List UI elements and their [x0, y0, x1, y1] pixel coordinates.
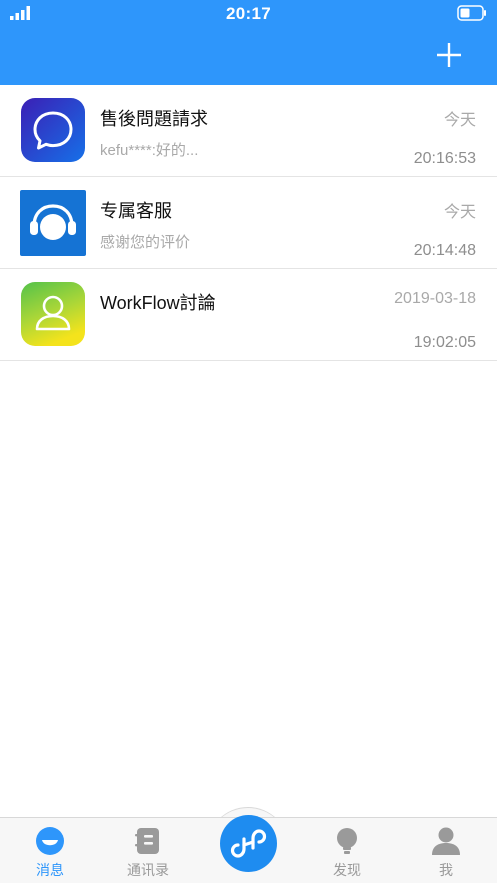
- conversation-preview: 感谢您的评价: [100, 234, 191, 251]
- user-icon: [21, 282, 85, 346]
- top-header: 20:17: [0, 0, 497, 85]
- message-icon: [36, 827, 64, 855]
- tab-contacts[interactable]: 通讯录: [108, 826, 188, 880]
- conversation-date: 2019-03-18: [394, 290, 476, 307]
- conversation-list: 售後問題請求 kefu****:好的... 今天 20:16:53 专属客服 感…: [0, 85, 497, 361]
- profile-icon: [432, 827, 460, 855]
- conversation-date: 今天: [443, 204, 476, 221]
- tab-label: 消息: [36, 862, 64, 878]
- tab-label: 发现: [333, 862, 361, 878]
- tab-label: 我: [439, 862, 453, 878]
- tab-discover[interactable]: 发现: [307, 826, 387, 880]
- conversation-time: 19:02:05: [413, 334, 476, 351]
- battery-icon: [457, 5, 486, 21]
- conversation-row[interactable]: 售後問題請求 kefu****:好的... 今天 20:16:53: [0, 85, 497, 177]
- chat-bubble-icon: [21, 98, 85, 162]
- contacts-icon: [135, 828, 159, 854]
- tab-label: 通讯录: [127, 862, 169, 878]
- conversation-title: 专属客服: [100, 201, 172, 221]
- tab-messages[interactable]: 消息: [10, 826, 90, 880]
- conversation-row[interactable]: WorkFlow討論 2019-03-18 19:02:05: [0, 269, 497, 361]
- link-icon: [230, 829, 267, 858]
- conversation-time: 20:16:53: [413, 150, 476, 167]
- conversation-title: 售後問題請求: [100, 109, 208, 129]
- tab-me[interactable]: 我: [406, 826, 486, 880]
- status-time: 20:17: [226, 4, 271, 23]
- headset-icon: [20, 190, 86, 256]
- conversation-title: WorkFlow討論: [100, 293, 216, 313]
- conversation-time: 20:14:48: [413, 242, 476, 259]
- center-action-button[interactable]: [220, 815, 277, 872]
- plus-icon[interactable]: [435, 41, 463, 69]
- conversation-row[interactable]: 专属客服 感谢您的评价 今天 20:14:48: [0, 177, 497, 269]
- conversation-preview: kefu****:好的...: [100, 142, 199, 159]
- lightbulb-icon: [337, 828, 357, 854]
- conversation-date: 今天: [443, 112, 476, 129]
